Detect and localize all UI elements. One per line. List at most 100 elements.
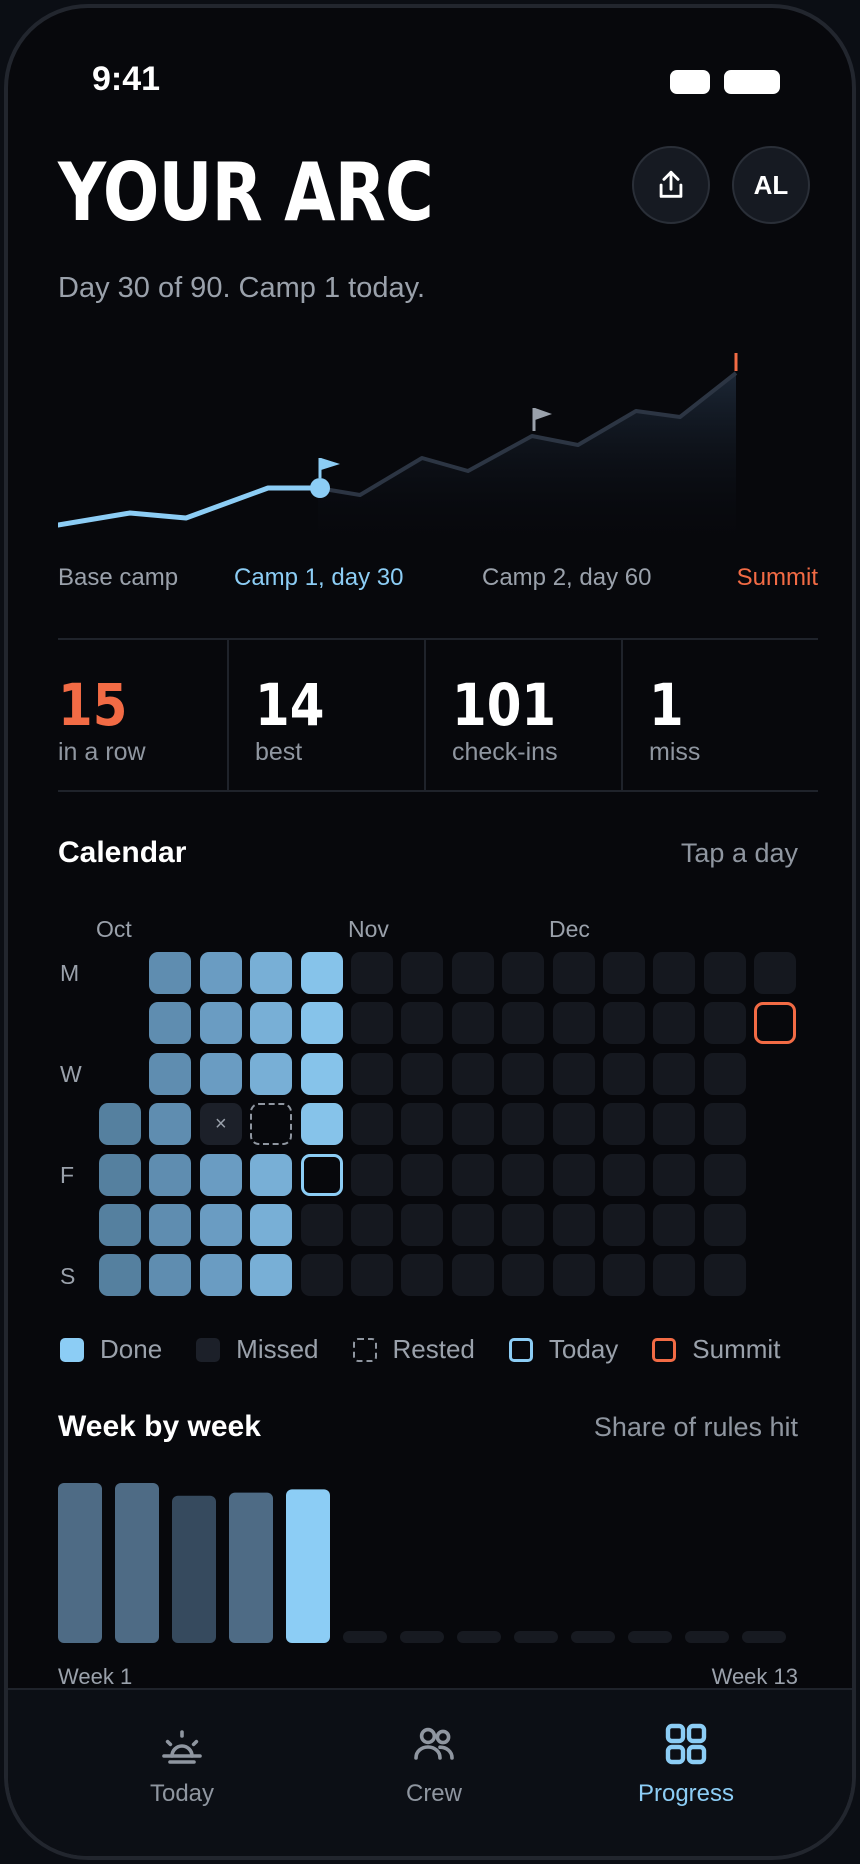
calendar-day-future[interactable] — [653, 1153, 696, 1196]
calendar-day-done[interactable] — [300, 952, 343, 994]
calendar-day-future[interactable] — [401, 1103, 444, 1146]
calendar-day-future[interactable] — [300, 1204, 343, 1246]
calendar-day-done[interactable] — [99, 1254, 141, 1297]
calendar-day-done[interactable] — [149, 952, 192, 994]
calendar-day-done[interactable] — [199, 1204, 242, 1246]
calendar-day-future[interactable] — [502, 1103, 545, 1146]
calendar-day-future[interactable] — [502, 1052, 545, 1095]
calendar-day-done[interactable] — [199, 1002, 242, 1045]
calendar-day-future[interactable] — [603, 1002, 645, 1045]
calendar-day-rested[interactable] — [250, 1103, 293, 1146]
calendar-day-future[interactable] — [401, 1052, 444, 1095]
calendar-day-future[interactable] — [502, 1204, 545, 1246]
legend-swatch — [60, 1337, 84, 1362]
calendar-day-done[interactable] — [250, 1204, 293, 1246]
calendar-day-future[interactable] — [401, 1254, 444, 1297]
calendar-day-future[interactable] — [703, 1204, 746, 1246]
calendar-day-done[interactable] — [250, 1052, 293, 1095]
calendar-day-future[interactable] — [754, 952, 797, 994]
calendar-day-future[interactable] — [451, 1204, 494, 1246]
calendar-day-done[interactable] — [149, 1002, 192, 1045]
calendar-day-today[interactable] — [300, 1153, 343, 1196]
calendar-day-future[interactable] — [603, 1254, 645, 1297]
calendar-day-done[interactable] — [149, 1103, 192, 1146]
calendar-day-future[interactable] — [703, 1153, 746, 1196]
calendar-day-future[interactable] — [451, 1103, 494, 1146]
calendar-day-future[interactable] — [451, 1002, 494, 1045]
calendar-day-future[interactable] — [703, 1052, 746, 1095]
share-button[interactable] — [632, 146, 710, 224]
calendar-day-future[interactable] — [401, 952, 444, 994]
calendar-day-future[interactable] — [552, 1153, 595, 1196]
calendar-day-future[interactable] — [653, 1254, 696, 1297]
calendar-day-future[interactable] — [351, 1153, 393, 1196]
calendar-day-done[interactable] — [99, 1103, 141, 1146]
calendar-day-future[interactable] — [401, 1002, 444, 1045]
calendar-day-future[interactable] — [552, 1002, 595, 1045]
calendar-day-future[interactable] — [603, 1204, 645, 1246]
calendar-day-future[interactable] — [653, 1103, 696, 1146]
calendar-day-future[interactable] — [552, 1254, 595, 1297]
calendar-day-done[interactable] — [149, 1153, 192, 1196]
calendar-day-future[interactable] — [502, 952, 545, 994]
calendar-day-future[interactable] — [502, 1002, 545, 1045]
tab-today[interactable]: Today — [102, 1720, 262, 1808]
calendar-day-future[interactable] — [351, 1052, 393, 1095]
calendar-day-future[interactable] — [653, 1204, 696, 1246]
calendar-day-future[interactable] — [552, 1204, 595, 1246]
calendar-day-future[interactable] — [351, 1002, 393, 1045]
calendar-day-future[interactable] — [451, 1052, 494, 1095]
calendar-day-future[interactable] — [703, 1002, 746, 1045]
phone-frame: 9:41 YOUR ARC AL Day 30 of 90. Camp 1 to… — [4, 4, 856, 1860]
tab-progress[interactable]: Progress — [606, 1720, 766, 1808]
calendar-day-future[interactable] — [451, 952, 494, 994]
calendar-day-future[interactable] — [401, 1153, 444, 1196]
calendar-day-future[interactable] — [603, 1153, 645, 1196]
calendar-day-done[interactable] — [250, 952, 293, 994]
calendar-day-done[interactable] — [300, 1052, 343, 1095]
calendar-day-future[interactable] — [653, 1002, 696, 1045]
calendar-day-done[interactable] — [149, 1052, 192, 1095]
calendar-day-future[interactable] — [351, 1254, 393, 1297]
calendar-day-done[interactable] — [250, 1254, 293, 1297]
stat-value: 14 — [255, 671, 325, 739]
calendar-day-done[interactable] — [99, 1153, 141, 1196]
calendar-day-future[interactable] — [653, 952, 696, 994]
calendar-day-future[interactable] — [603, 952, 645, 994]
calendar-day-done[interactable] — [199, 1153, 242, 1196]
calendar-day-future[interactable] — [351, 1103, 393, 1146]
calendar-day-done[interactable] — [199, 1052, 242, 1095]
calendar-day-future[interactable] — [502, 1254, 545, 1297]
calendar-day-future[interactable] — [552, 952, 595, 994]
calendar-day-future[interactable] — [401, 1204, 444, 1246]
calendar-day-missed[interactable]: × — [199, 1103, 242, 1146]
calendar-day-future[interactable] — [351, 1204, 393, 1246]
calendar-day-future[interactable] — [653, 1052, 696, 1095]
calendar-day-future[interactable] — [351, 952, 393, 994]
calendar-day-done[interactable] — [199, 1254, 242, 1297]
calendar-day-future[interactable] — [451, 1153, 494, 1196]
week-bar-chart — [58, 1483, 786, 1643]
calendar-day-done[interactable] — [300, 1002, 343, 1045]
calendar-day-future[interactable] — [703, 1254, 746, 1297]
calendar-day-summit[interactable] — [754, 1002, 797, 1045]
calendar-day-done[interactable] — [300, 1103, 343, 1146]
calendar-day-future[interactable] — [603, 1052, 645, 1095]
calendar-day-done[interactable] — [99, 1204, 141, 1246]
calendar-day-future[interactable] — [300, 1254, 343, 1297]
calendar-day-done[interactable] — [250, 1153, 293, 1196]
calendar-day-done[interactable] — [250, 1002, 293, 1045]
calendar-day-done[interactable] — [149, 1254, 192, 1297]
calendar-day-done[interactable] — [199, 952, 242, 994]
week-bar-future — [343, 1631, 387, 1643]
calendar-day-future[interactable] — [451, 1254, 494, 1297]
tab-crew[interactable]: Crew — [354, 1720, 514, 1808]
avatar[interactable]: AL — [732, 146, 810, 224]
calendar-day-done[interactable] — [149, 1204, 192, 1246]
calendar-day-future[interactable] — [703, 952, 746, 994]
calendar-day-future[interactable] — [703, 1103, 746, 1146]
calendar-day-future[interactable] — [502, 1153, 545, 1196]
calendar-day-future[interactable] — [603, 1103, 645, 1146]
calendar-day-future[interactable] — [552, 1103, 595, 1146]
calendar-day-future[interactable] — [552, 1052, 595, 1095]
